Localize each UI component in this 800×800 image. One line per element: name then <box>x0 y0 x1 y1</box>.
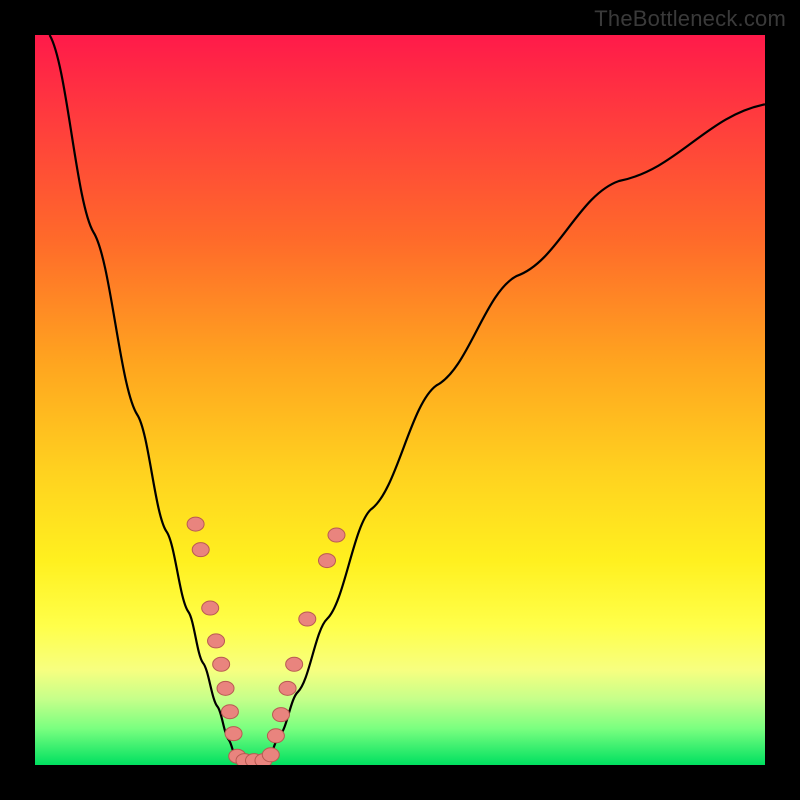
watermark-text: TheBottleneck.com <box>594 6 786 32</box>
data-marker <box>236 754 253 765</box>
curve-layer <box>50 35 765 761</box>
bottleneck-curve-svg <box>35 35 765 765</box>
data-marker <box>262 748 279 762</box>
data-marker <box>273 708 290 722</box>
data-marker <box>187 517 204 531</box>
data-marker <box>328 528 345 542</box>
data-marker <box>299 612 316 626</box>
data-marker <box>286 657 303 671</box>
data-marker <box>192 543 209 557</box>
chart-plot-area <box>35 35 765 765</box>
data-marker <box>267 729 284 743</box>
data-marker <box>213 657 230 671</box>
data-marker <box>202 601 219 615</box>
data-marker <box>255 754 272 765</box>
marker-layer <box>187 517 345 765</box>
data-marker <box>208 634 225 648</box>
data-marker <box>279 681 296 695</box>
data-marker <box>246 754 263 765</box>
data-marker <box>221 705 238 719</box>
data-marker <box>229 749 246 763</box>
curve-left-branch <box>50 35 238 761</box>
curve-right-branch <box>267 104 765 761</box>
data-marker <box>225 727 242 741</box>
data-marker <box>217 681 234 695</box>
data-marker <box>319 554 336 568</box>
